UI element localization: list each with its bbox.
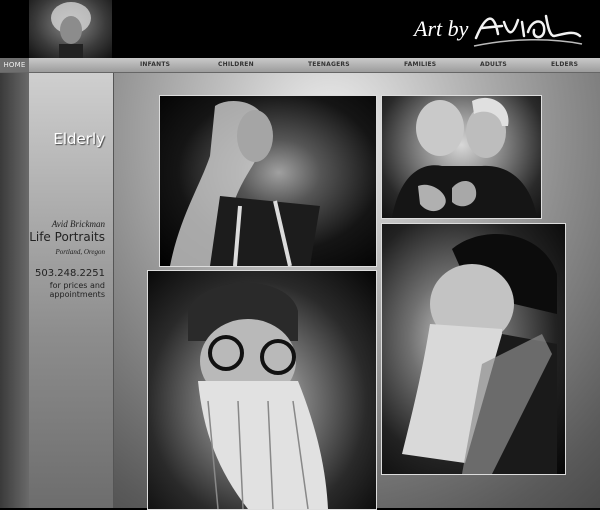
logo-signature (473, 14, 583, 47)
photographer-name: Avid Brickman (51, 219, 105, 229)
portrait-bearded-man-glasses[interactable] (147, 270, 377, 510)
portrait-elderly-couple[interactable] (381, 95, 542, 219)
nav-adults[interactable]: ADULTS (480, 58, 507, 72)
location: Portland, Oregon (55, 248, 105, 256)
logo-prefix: Art by (414, 16, 469, 41)
header: Art by (0, 0, 600, 58)
header-portrait-image (29, 0, 112, 58)
nav-bar: HOME INFANTS CHILDREN TEENAGERS FAMILIES… (0, 58, 600, 73)
nav-home[interactable]: HOME (0, 58, 29, 72)
portrait-bearded-man-profile[interactable] (381, 223, 566, 475)
nav-children[interactable]: CHILDREN (218, 58, 254, 72)
appointment-note: for prices and appointments (29, 281, 105, 299)
nav-teenagers[interactable]: TEENAGERS (308, 58, 350, 72)
phone-number: 503.248.2251 (35, 268, 105, 279)
nav-infants[interactable]: INFANTS (140, 58, 170, 72)
nav-elders[interactable]: ELDERS (551, 58, 578, 72)
page-title: Elderly (53, 130, 105, 148)
note-line-2: appointments (49, 290, 105, 299)
nav-families[interactable]: FAMILIES (404, 58, 436, 72)
left-decor-strip (0, 73, 29, 508)
site-logo[interactable]: Art by (414, 8, 584, 52)
portrait-long-haired-man[interactable] (159, 95, 377, 267)
note-line-1: for prices and (49, 281, 105, 290)
service-name: Life Portraits (29, 230, 105, 244)
